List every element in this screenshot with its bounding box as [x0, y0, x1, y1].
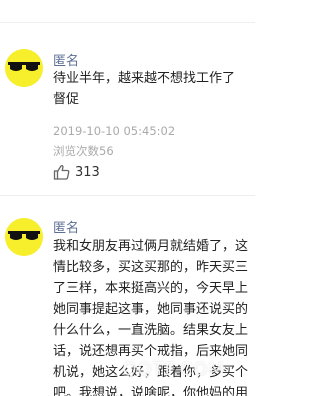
- comment-text-line: 了三样，本来挺高兴的，今天早上: [53, 281, 249, 296]
- comment-text-line: 情比较多，买这买那的，昨天买三: [53, 260, 249, 275]
- comment-timestamp: 2019-10-10 05:45:02: [53, 124, 176, 138]
- sunglasses-emoji-icon: [5, 49, 43, 87]
- comment-text-line: 待业半年，越来越不想找工作了: [53, 71, 236, 86]
- divider: [0, 195, 255, 196]
- view-count: 浏览次数56: [53, 144, 114, 158]
- avatar[interactable]: [5, 49, 43, 87]
- avatar[interactable]: [5, 218, 43, 256]
- username[interactable]: 匿名: [53, 217, 79, 236]
- divider-top: [0, 22, 255, 23]
- username[interactable]: 匿名: [53, 50, 79, 69]
- sunglasses-emoji-icon: [5, 218, 43, 256]
- like-count: 313: [75, 164, 100, 180]
- comment-text-line: 她同事提起这事，她同事还说买的: [53, 302, 249, 317]
- comment-text-line: 督促: [53, 92, 80, 107]
- like-button[interactable]: 313: [53, 163, 100, 181]
- comment-text-line: 什么什么，一直洗脑。结果女友上: [53, 323, 249, 338]
- thumbs-up-icon: [53, 165, 70, 180]
- comment-text-line: 我和女朋友再过俩月就结婚了，这: [53, 239, 249, 254]
- comment-text-line: 吧。我想说，说啥呢，你他妈的用: [53, 386, 249, 396]
- comment-text-line: 话，说还想再买个戒指，后来她同: [53, 344, 249, 359]
- comment-text-line: 机说，她这么好，跟着你，多买个: [53, 365, 249, 380]
